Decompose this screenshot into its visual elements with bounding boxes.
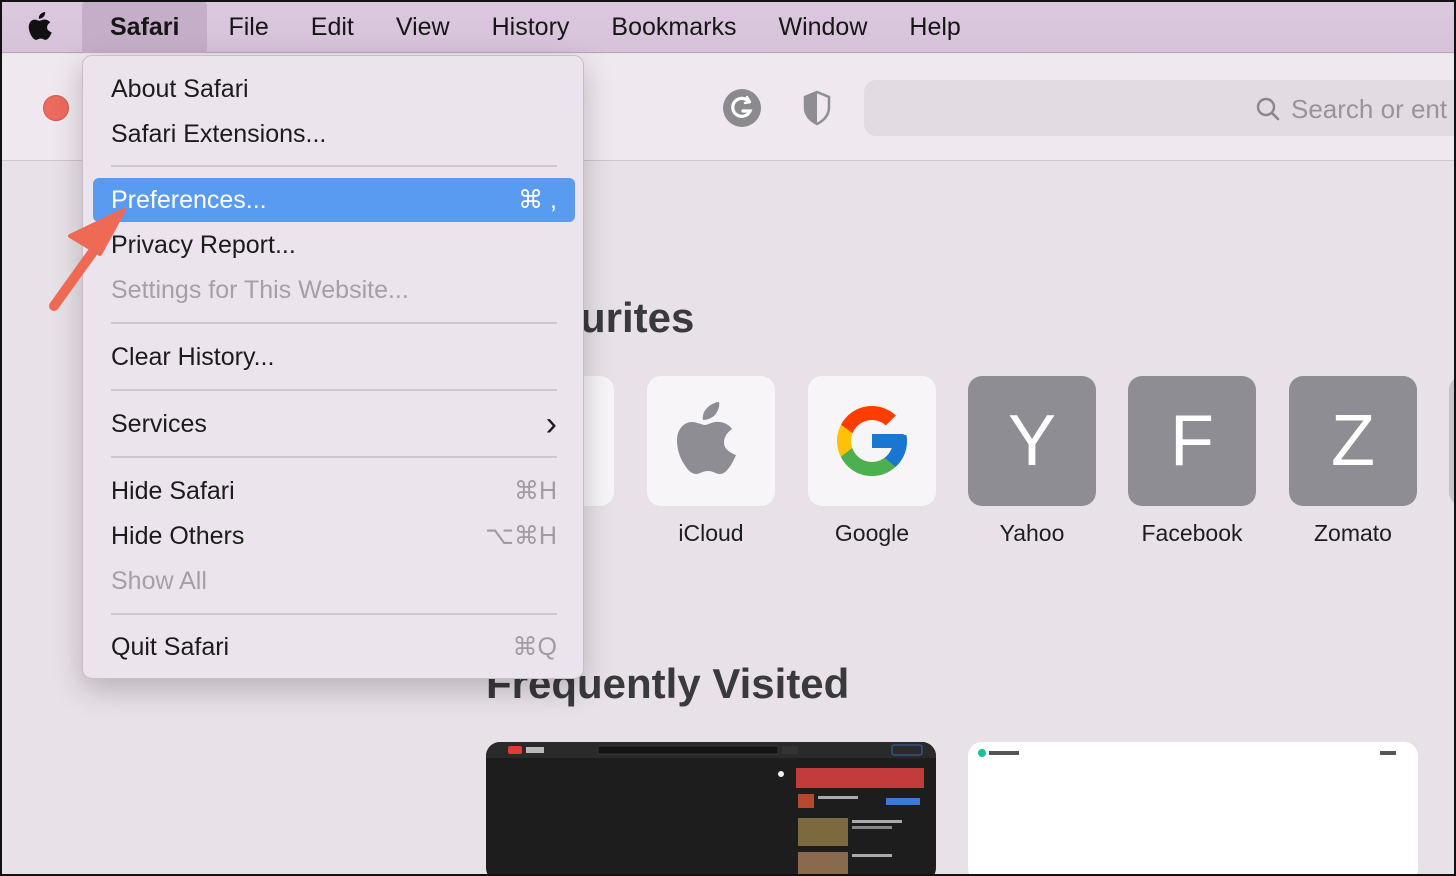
menu-file[interactable]: File: [207, 2, 289, 53]
google-g-icon: [837, 406, 907, 476]
favourite-label-yahoo: Yahoo: [999, 520, 1065, 546]
safari-menu-dropdown: About Safari Safari Extensions... Prefer…: [82, 55, 584, 679]
menu-bookmarks[interactable]: Bookmarks: [590, 2, 757, 53]
menu-bar: Safari File Edit View History Bookmarks …: [2, 2, 1454, 53]
menu-separator: [111, 389, 557, 391]
menu-item-label: About Safari: [111, 74, 249, 103]
frequent-site-thumbnail-grammarly[interactable]: [968, 742, 1418, 874]
favourite-label-google: Google: [834, 520, 910, 546]
menu-item-safari-extensions[interactable]: Safari Extensions...: [93, 112, 575, 156]
menu-item-label: Clear History...: [111, 342, 275, 371]
annotation-arrow-icon: [49, 208, 126, 311]
menu-separator: [111, 456, 557, 458]
menu-edit[interactable]: Edit: [290, 2, 375, 53]
menu-item-show-all: Show All: [93, 559, 575, 603]
close-window-button[interactable]: [43, 95, 69, 121]
menu-item-clear-history[interactable]: Clear History...: [93, 335, 575, 379]
menu-item-shortcut: ⌘Q: [512, 633, 557, 661]
menu-item-quit-safari[interactable]: Quit Safari ⌘Q: [93, 625, 575, 669]
favourite-tile-facebook[interactable]: F: [1128, 376, 1256, 506]
menu-item-label: Hide Safari: [111, 476, 235, 505]
menu-item-about-safari[interactable]: About Safari: [93, 67, 575, 111]
apple-logo-icon: [677, 402, 736, 474]
menu-item-preferences[interactable]: Preferences... ⌘ ,: [93, 178, 575, 222]
menu-item-label: Settings for This Website...: [111, 275, 409, 304]
grammarly-page-preview: [978, 749, 1396, 757]
privacy-shield-icon[interactable]: [802, 90, 832, 126]
favourite-tile-zomato[interactable]: Z: [1289, 376, 1417, 506]
menu-safari[interactable]: Safari: [82, 2, 208, 53]
menu-item-label: Quit Safari: [111, 632, 230, 661]
menu-separator: [111, 613, 557, 615]
grammarly-extension-icon[interactable]: [722, 88, 762, 128]
favourite-label-icloud: iCloud: [678, 520, 744, 546]
search-icon: [1256, 97, 1280, 121]
menu-item-privacy-report[interactable]: Privacy Report...: [93, 223, 575, 267]
menu-item-label: Safari Extensions...: [111, 119, 327, 148]
favourite-tile-icloud[interactable]: [647, 376, 775, 506]
menu-item-services[interactable]: Services ›: [93, 402, 575, 446]
menu-separator: [111, 165, 557, 167]
apple-logo-icon: [28, 11, 52, 40]
address-placeholder: Search or ent: [1291, 94, 1448, 124]
apple-menu[interactable]: [2, 2, 82, 53]
menu-help[interactable]: Help: [888, 2, 981, 53]
menu-item-hide-others[interactable]: Hide Others ⌥⌘H: [93, 514, 575, 558]
favourite-tile-google[interactable]: [808, 376, 936, 506]
menu-item-shortcut: ⌥⌘H: [485, 522, 557, 550]
menu-window[interactable]: Window: [757, 2, 888, 53]
favourite-tile-yahoo[interactable]: Y: [968, 376, 1096, 506]
favourites-heading: urites: [580, 294, 695, 341]
menu-item-shortcut: ⌘H: [513, 477, 557, 505]
address-bar[interactable]: Search or ent: [864, 80, 1454, 136]
menu-item-settings-website: Settings for This Website...: [93, 268, 575, 312]
favourite-label-facebook: Facebook: [1141, 520, 1243, 546]
favourite-tile-partial[interactable]: [1449, 376, 1454, 506]
favourite-label-zomato: Zomato: [1314, 520, 1392, 546]
menu-item-shortcut: ⌘ ,: [518, 186, 557, 214]
menu-item-label: Show All: [111, 566, 207, 595]
youtube-page-preview: [486, 742, 936, 874]
menu-item-label: Hide Others: [111, 521, 245, 550]
screen: Search or ent urites iCloud Google Y Yah…: [0, 0, 1456, 876]
menu-separator: [111, 322, 557, 324]
chevron-right-icon: ›: [545, 404, 557, 443]
menu-item-hide-safari[interactable]: Hide Safari ⌘H: [93, 469, 575, 513]
menu-history[interactable]: History: [471, 2, 591, 53]
menu-item-label: Services: [111, 409, 207, 438]
menu-view[interactable]: View: [375, 2, 471, 53]
frequent-site-thumbnail-youtube[interactable]: [486, 742, 936, 874]
